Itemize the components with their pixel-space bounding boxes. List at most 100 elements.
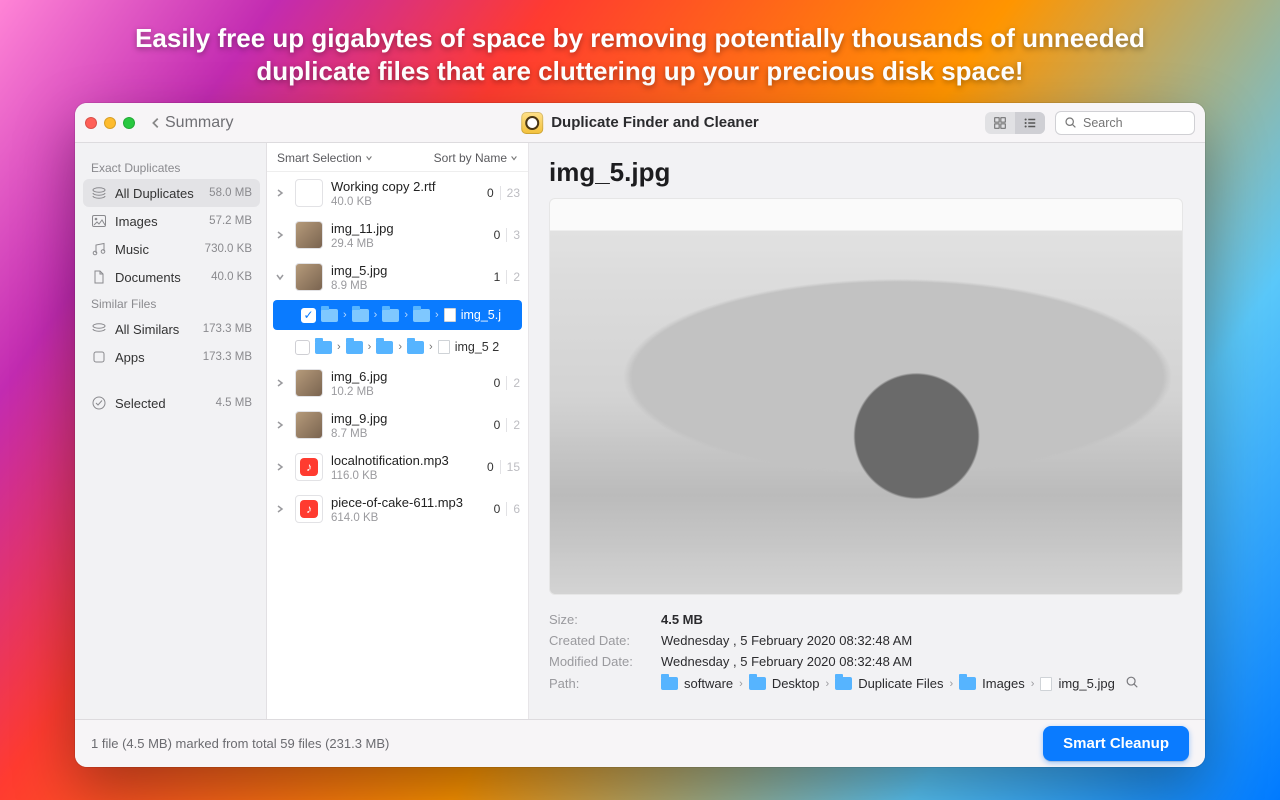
search-icon bbox=[1064, 116, 1077, 129]
duplicate-group[interactable]: Working copy 2.rtf 40.0 KB 023 bbox=[267, 172, 528, 214]
folder-icon bbox=[315, 341, 332, 354]
duplicate-list[interactable]: Working copy 2.rtf 40.0 KB 023 img_11.jpg 29… bbox=[267, 172, 528, 719]
sidebar: Exact Duplicates All Duplicates 58.0 MB … bbox=[75, 143, 267, 719]
duplicate-group[interactable]: img_6.jpg10.2 MB02 bbox=[267, 362, 528, 404]
search-input[interactable] bbox=[1083, 116, 1183, 130]
document-icon bbox=[91, 269, 107, 285]
thumbnail bbox=[295, 411, 323, 439]
folder-icon bbox=[959, 677, 976, 690]
group-counts: 023 bbox=[487, 186, 520, 200]
preview-pane: img_5.jpg Size:4.5 MB Created Date:Wedne… bbox=[529, 143, 1205, 719]
group-name: piece-of-cake-611.mp3 bbox=[331, 495, 486, 510]
group-size: 8.7 MB bbox=[331, 428, 486, 440]
duplicate-list-column: Smart Selection Sort by Name Working cop… bbox=[267, 143, 529, 719]
duplicate-group[interactable]: img_5.jpg8.9 MB12 bbox=[267, 256, 528, 298]
sidebar-item-apps[interactable]: Apps 173.3 MB bbox=[83, 343, 260, 371]
stack-icon bbox=[91, 185, 107, 201]
minimize-icon[interactable] bbox=[104, 117, 116, 129]
folder-icon bbox=[835, 677, 852, 690]
sidebar-item-selected[interactable]: Selected 4.5 MB bbox=[83, 389, 260, 417]
thumbnail bbox=[295, 495, 323, 523]
thumbnail bbox=[295, 263, 323, 291]
list-icon bbox=[1023, 116, 1037, 130]
folder-icon bbox=[346, 341, 363, 354]
chevron-right-icon[interactable] bbox=[273, 420, 287, 430]
chevron-right-icon[interactable] bbox=[273, 462, 287, 472]
group-name: img_11.jpg bbox=[331, 221, 486, 236]
image-icon bbox=[91, 213, 107, 229]
duplicate-file-row[interactable]: ✓›››› img_5.j bbox=[273, 300, 522, 330]
group-name: img_9.jpg bbox=[331, 411, 486, 426]
music-icon bbox=[91, 241, 107, 257]
chevron-right-icon[interactable] bbox=[273, 504, 287, 514]
thumbnail bbox=[295, 221, 323, 249]
group-counts: 06 bbox=[494, 502, 520, 516]
duplicate-group[interactable]: localnotification.mp3116.0 KB015 bbox=[267, 446, 528, 488]
smart-cleanup-button[interactable]: Smart Cleanup bbox=[1043, 726, 1189, 761]
selection-status: 1 file (4.5 MB) marked from total 59 fil… bbox=[91, 736, 389, 751]
group-counts: 12 bbox=[494, 270, 520, 284]
group-name: img_5.jpg bbox=[331, 263, 486, 278]
sidebar-item-images[interactable]: Images 57.2 MB bbox=[83, 207, 260, 235]
checkbox[interactable]: ✓ bbox=[301, 308, 316, 323]
list-view-button[interactable] bbox=[1015, 112, 1045, 134]
sort-dropdown[interactable]: Sort by Name bbox=[434, 151, 518, 165]
app-icon bbox=[521, 112, 543, 134]
group-size: 40.0 KB bbox=[331, 196, 479, 208]
back-label: Summary bbox=[165, 114, 233, 132]
group-counts: 03 bbox=[494, 228, 520, 242]
group-size: 29.4 MB bbox=[331, 238, 486, 250]
folder-icon bbox=[376, 341, 393, 354]
chevron-down-icon bbox=[510, 154, 518, 162]
file-icon bbox=[444, 308, 456, 322]
marketing-headline: Easily free up gigabytes of space by rem… bbox=[90, 22, 1190, 87]
stack-icon bbox=[91, 321, 107, 337]
chevron-left-icon bbox=[149, 116, 163, 130]
thumbnail bbox=[295, 369, 323, 397]
app-title: Duplicate Finder and Cleaner bbox=[521, 112, 759, 134]
window-controls bbox=[85, 117, 135, 129]
close-icon[interactable] bbox=[85, 117, 97, 129]
checkbox[interactable] bbox=[295, 340, 310, 355]
duplicate-group[interactable]: img_11.jpg 29.4 MB 03 bbox=[267, 214, 528, 256]
sidebar-item-documents[interactable]: Documents 40.0 KB bbox=[83, 263, 260, 291]
smart-selection-dropdown[interactable]: Smart Selection bbox=[277, 151, 373, 165]
file-icon bbox=[1040, 677, 1052, 691]
grid-icon bbox=[993, 116, 1007, 130]
chevron-right-icon[interactable] bbox=[273, 378, 287, 388]
app-icon-small bbox=[91, 349, 107, 365]
folder-icon bbox=[382, 309, 399, 322]
titlebar: Summary Duplicate Finder and Cleaner bbox=[75, 103, 1205, 143]
folder-icon bbox=[661, 677, 678, 690]
duplicate-group[interactable]: piece-of-cake-611.mp3 614.0 KB 06 bbox=[267, 488, 528, 530]
thumbnail bbox=[295, 453, 323, 481]
zoom-icon[interactable] bbox=[123, 117, 135, 129]
group-name: img_6.jpg bbox=[331, 369, 486, 384]
group-size: 10.2 MB bbox=[331, 386, 486, 398]
duplicate-group[interactable]: img_9.jpg8.7 MB02 bbox=[267, 404, 528, 446]
chevron-right-icon[interactable] bbox=[273, 188, 287, 198]
sidebar-item-music[interactable]: Music 730.0 KB bbox=[83, 235, 260, 263]
footer-bar: 1 file (4.5 MB) marked from total 59 fil… bbox=[75, 719, 1205, 767]
group-counts: 015 bbox=[487, 460, 520, 474]
sidebar-item-all-similars[interactable]: All Similars 173.3 MB bbox=[83, 315, 260, 343]
folder-icon bbox=[413, 309, 430, 322]
preview-path-row: Path: software›Desktop›Duplicate Files›I… bbox=[549, 672, 1183, 695]
group-size: 116.0 KB bbox=[331, 470, 479, 482]
group-name: Working copy 2.rtf bbox=[331, 179, 479, 194]
group-size: 614.0 KB bbox=[331, 512, 486, 524]
folder-icon bbox=[352, 309, 369, 322]
chevron-down-icon[interactable] bbox=[273, 272, 287, 282]
chevron-right-icon[interactable] bbox=[273, 230, 287, 240]
grid-view-button[interactable] bbox=[985, 112, 1015, 134]
reveal-in-finder-icon[interactable] bbox=[1125, 675, 1139, 692]
sidebar-item-all-duplicates[interactable]: All Duplicates 58.0 MB bbox=[83, 179, 260, 207]
checkmark-circle-icon bbox=[91, 395, 107, 411]
folder-icon bbox=[321, 309, 338, 322]
folder-icon bbox=[749, 677, 766, 690]
preview-metadata: Size:4.5 MB Created Date:Wednesday , 5 F… bbox=[549, 609, 1183, 695]
search-field[interactable] bbox=[1055, 111, 1195, 135]
duplicate-file-row[interactable]: ›››› img_5 2 bbox=[267, 332, 528, 362]
chevron-down-icon bbox=[365, 154, 373, 162]
back-summary-button[interactable]: Summary bbox=[149, 114, 233, 132]
